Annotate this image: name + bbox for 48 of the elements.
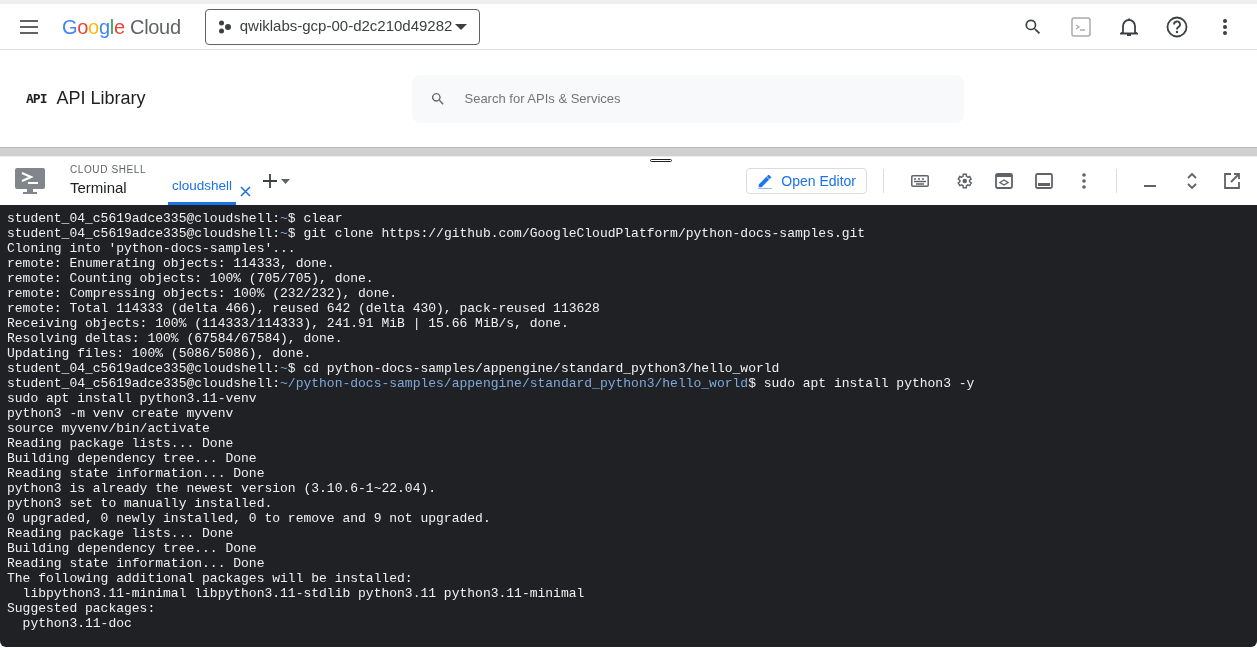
search-icon (430, 90, 447, 107)
terminal-line: python3.11-doc (21, 616, 132, 631)
project-icon (217, 19, 232, 34)
terminal-line: python3 is already the newest version (3.10.6-1~22.04). (7, 481, 437, 496)
section-label: CLOUD SHELL (70, 163, 148, 178)
close-icon[interactable] (240, 186, 252, 197)
terminal-line: python3 -m venv create myvenv (7, 406, 234, 421)
search-field[interactable]: Search for APIs & Services (462, 87, 947, 110)
terminal-line: student_04_c5619adce335@cloudshell:~/python-docs-samples/appengine/standard_python3/hello_world$ sudo apt install python3 -y (7, 376, 975, 391)
panel-title: Terminal (70, 178, 128, 199)
terminal-line: sudo apt install python3.11-venv (7, 391, 257, 406)
api-icon: API (26, 88, 47, 109)
terminal-line: remote: Enumerating objects: 114333, done. (7, 256, 335, 271)
terminal-line: Reading state information... Done (7, 466, 265, 481)
terminal-line: Reading state information... Done (7, 556, 265, 571)
project-selector[interactable]: qwiklabs-gcp-00-d2c210d49282 (204, 8, 480, 45)
terminal-line: student_04_c5619adce335@cloudshell:~$ clear (7, 211, 343, 226)
search-bar[interactable]: Search for APIs & Services (412, 74, 965, 123)
terminal-line: remote: Total 114333 (delta 466), reused 642 (delta 430), pack-reused 113628 (7, 301, 600, 316)
terminal-line: 0 upgraded, 0 newly installed, 0 to remove and 9 not upgraded. (7, 511, 491, 526)
terminal-output[interactable] (0, 205, 1257, 647)
terminal-line: The following additional packages will be installed: (7, 571, 413, 586)
terminal-line: student_04_c5619adce335@cloudshell:~$ git clone https://github.com/GoogleCloudPlatform/python-docs-samples.git (7, 226, 866, 241)
terminal-line: python3 set to manually installed. (7, 496, 273, 511)
terminal-line: Resolving deltas: 100% (67584/67584), done. (7, 331, 343, 346)
plus-icon (263, 174, 278, 188)
terminal-line: Cloning into 'python-docs-samples'... (7, 241, 296, 256)
terminal-line: Building dependency tree... Done (7, 541, 257, 556)
terminal-line: Suggested packages: (7, 601, 156, 616)
caret-icon (454, 23, 467, 30)
terminal-line: Updating files: 100% (5086/5086), done. (7, 346, 312, 361)
open-editor-button[interactable]: Open Editor (746, 168, 867, 194)
terminal-line: remote: Compressing objects: 100% (232/232), done. (7, 286, 398, 301)
terminal-line: student_04_c5619adce335@cloudshell:~$ cd python-docs-samples/appengine/standard_python3/hello_world (7, 361, 780, 376)
pencil-icon (757, 173, 774, 189)
terminal-line: libpython3.11-minimal libpython3.11-stdlib python3.11 python3.11-minimal (21, 586, 585, 601)
terminal-line: remote: Counting objects: 100% (705/705), done. (7, 271, 374, 286)
cloud-shell-icon (14, 167, 46, 195)
menu-icon[interactable] (20, 19, 38, 34)
terminal-line: Reading package lists... Done (7, 526, 234, 541)
google-cloud-logo[interactable]: Google Cloud (62, 11, 181, 42)
terminal-line: source myvenv/bin/activate (7, 421, 210, 436)
caret-icon[interactable] (281, 178, 291, 184)
terminal-line: Receiving objects: 100% (114333/114333), 241.91 MiB | 15.66 MiB/s, done. (7, 316, 569, 331)
resize-handle[interactable] (650, 159, 672, 162)
terminal-line: Reading package lists... Done (7, 436, 234, 451)
page-title: API Library (56, 87, 147, 110)
terminal-line: Building dependency tree... Done (7, 451, 257, 466)
